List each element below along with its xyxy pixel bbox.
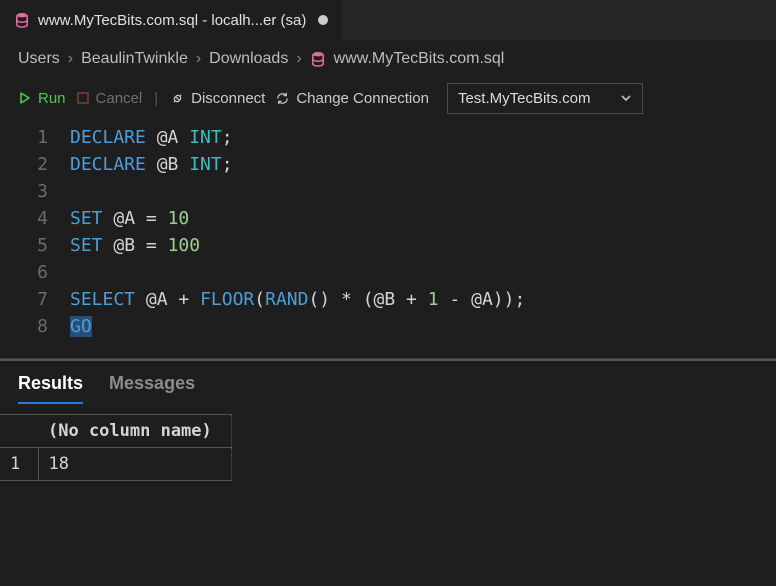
- change-connection-button[interactable]: Change Connection: [275, 90, 429, 107]
- run-label: Run: [38, 90, 66, 107]
- code-line[interactable]: 5SET @B = 100: [0, 232, 776, 259]
- breadcrumb-segment[interactable]: BeaulinTwinkle: [81, 50, 188, 68]
- results-grid[interactable]: (No column name) 1 18: [0, 414, 232, 481]
- separator: |: [154, 90, 158, 107]
- disconnect-label: Disconnect: [191, 90, 265, 107]
- database-icon: [14, 12, 30, 28]
- run-button[interactable]: Run: [18, 90, 66, 107]
- line-number: 3: [0, 178, 70, 205]
- code-content[interactable]: SET @A = 10: [70, 205, 189, 232]
- line-number: 2: [0, 151, 70, 178]
- query-toolbar: Run Cancel | Disconnect Change Connectio…: [0, 78, 776, 122]
- code-content[interactable]: DECLARE @B INT;: [70, 151, 233, 178]
- file-tab-title: www.MyTecBits.com.sql - localh...er (sa): [38, 12, 306, 29]
- breadcrumb: Users › BeaulinTwinkle › Downloads › www…: [0, 40, 776, 78]
- line-number: 8: [0, 313, 70, 340]
- panel-tabs: Results Messages: [0, 367, 776, 404]
- code-line[interactable]: 7SELECT @A + FLOOR(RAND() * (@B + 1 - @A…: [0, 286, 776, 313]
- breadcrumb-file[interactable]: www.MyTecBits.com.sql: [334, 50, 505, 68]
- database-icon: [310, 51, 326, 67]
- panel-resize-handle[interactable]: [0, 359, 776, 361]
- code-content[interactable]: GO: [70, 313, 92, 340]
- tab-bar: www.MyTecBits.com.sql - localh...er (sa): [0, 0, 776, 40]
- tab-results[interactable]: Results: [18, 373, 83, 404]
- code-editor[interactable]: 1DECLARE @A INT;2DECLARE @B INT;34SET @A…: [0, 122, 776, 358]
- chevron-right-icon: ›: [68, 50, 73, 68]
- chevron-right-icon: ›: [196, 50, 201, 68]
- cell-value[interactable]: 18: [38, 448, 232, 481]
- connection-select[interactable]: Test.MyTecBits.com: [447, 83, 644, 114]
- code-content[interactable]: SET @B = 100: [70, 232, 200, 259]
- change-connection-label: Change Connection: [296, 90, 429, 107]
- cancel-label: Cancel: [96, 90, 143, 107]
- code-line[interactable]: 1DECLARE @A INT;: [0, 124, 776, 151]
- code-content[interactable]: DECLARE @A INT;: [70, 124, 233, 151]
- code-line[interactable]: 4SET @A = 10: [0, 205, 776, 232]
- disconnect-button[interactable]: Disconnect: [170, 90, 265, 107]
- column-header[interactable]: (No column name): [38, 415, 232, 448]
- connection-selected-label: Test.MyTecBits.com: [458, 90, 591, 107]
- play-icon: [18, 91, 32, 105]
- line-number: 7: [0, 286, 70, 313]
- tab-messages[interactable]: Messages: [109, 373, 195, 404]
- code-line[interactable]: 8GO: [0, 313, 776, 340]
- line-number: 5: [0, 232, 70, 259]
- row-number-header: [0, 415, 38, 448]
- line-number: 6: [0, 259, 70, 286]
- table-row[interactable]: 1 18: [0, 448, 232, 481]
- chevron-right-icon: ›: [296, 50, 301, 68]
- refresh-icon: [275, 91, 290, 106]
- disconnect-icon: [170, 91, 185, 106]
- line-number: 1: [0, 124, 70, 151]
- row-number: 1: [0, 448, 38, 481]
- chevron-down-icon: [620, 92, 632, 104]
- cancel-button[interactable]: Cancel: [76, 90, 143, 107]
- file-tab[interactable]: www.MyTecBits.com.sql - localh...er (sa): [0, 0, 343, 40]
- code-line[interactable]: 3: [0, 178, 776, 205]
- modified-indicator-icon: [318, 15, 328, 25]
- code-content[interactable]: SELECT @A + FLOOR(RAND() * (@B + 1 - @A)…: [70, 286, 525, 313]
- stop-icon: [76, 91, 90, 105]
- code-line[interactable]: 6: [0, 259, 776, 286]
- breadcrumb-segment[interactable]: Users: [18, 50, 60, 68]
- line-number: 4: [0, 205, 70, 232]
- results-panel: Results Messages (No column name) 1 18: [0, 358, 776, 568]
- code-line[interactable]: 2DECLARE @B INT;: [0, 151, 776, 178]
- breadcrumb-segment[interactable]: Downloads: [209, 50, 288, 68]
